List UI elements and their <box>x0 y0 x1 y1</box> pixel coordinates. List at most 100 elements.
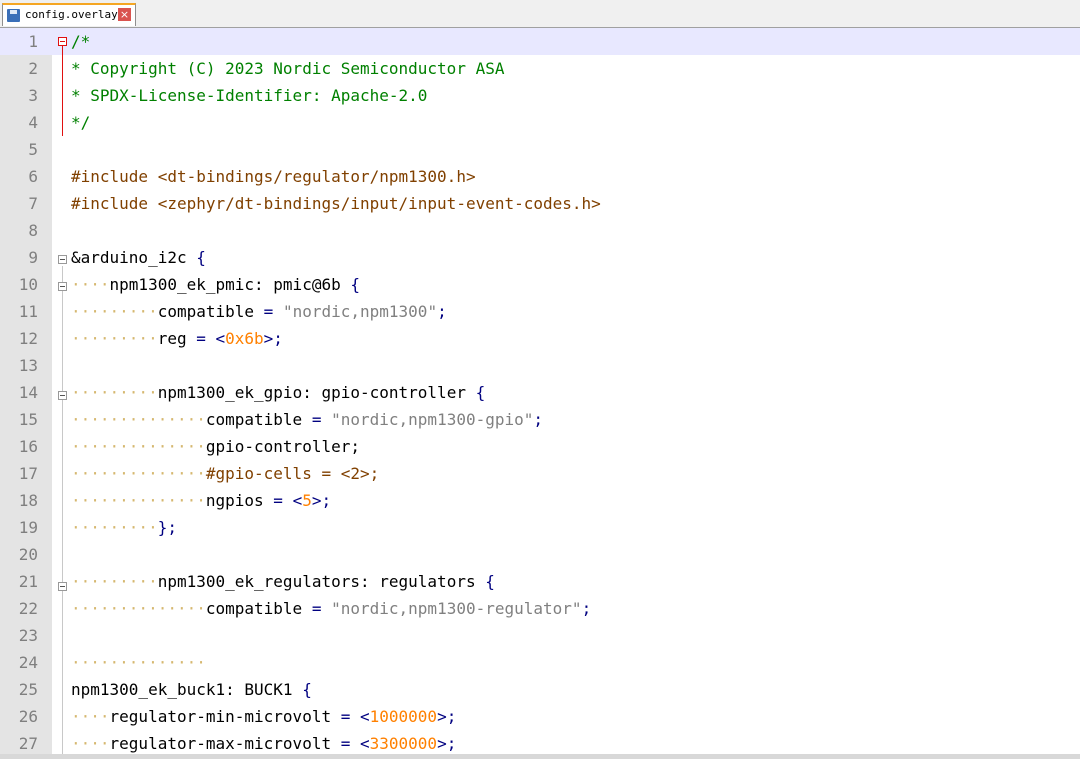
code-token: = < <box>340 734 370 753</box>
code-token: "nordic,npm1300-regulator" <box>321 599 582 618</box>
code-token: { <box>350 275 360 294</box>
code-text[interactable]: npm1300_ek_buck1: BUCK1 { <box>71 676 312 703</box>
line-number: 20 <box>18 545 38 564</box>
fold-marker-icon[interactable] <box>58 255 67 264</box>
code-line[interactable]: 25 npm1300_ek_buck1: BUCK1 { <box>0 676 1080 703</box>
code-token: &arduino_i2c <box>71 248 197 267</box>
code-text[interactable]: ·············· <box>71 649 206 676</box>
code-token: ; <box>581 599 592 618</box>
code-text[interactable]: ·········reg = <0x6b>; <box>71 325 283 352</box>
code-line[interactable]: 19 ·········}; <box>0 514 1080 541</box>
line-number: 5 <box>28 140 38 159</box>
code-token: reg <box>157 329 197 348</box>
code-text[interactable]: ·········npm1300_ek_regulators: regulato… <box>71 568 495 595</box>
code-line[interactable]: 14 ·········npm1300_ek_gpio: gpio-control… <box>0 379 1080 406</box>
line-number: 16 <box>18 437 38 456</box>
line-number: 14 <box>18 383 38 402</box>
fold-marker-icon[interactable] <box>58 582 67 591</box>
code-text[interactable]: #include <zephyr/dt-bindings/input/input… <box>71 190 601 217</box>
code-token: ngpios <box>205 491 274 510</box>
code-line[interactable]: 9 &arduino_i2c { <box>0 244 1080 271</box>
code-token: regulator-min-microvolt <box>109 707 341 726</box>
code-line[interactable]: 4 */ <box>0 109 1080 136</box>
line-number: 24 <box>18 653 38 672</box>
code-line[interactable]: 21 ·········npm1300_ek_regulators: regula… <box>0 568 1080 595</box>
whitespace-marker: ········· <box>71 383 158 402</box>
close-icon[interactable]: × <box>118 8 131 21</box>
code-token: #include <zephyr/dt-bindings/input/input… <box>71 194 601 213</box>
code-line[interactable]: 1 /* <box>0 28 1080 55</box>
code-text[interactable]: ··············ngpios = <5>; <box>71 487 331 514</box>
code-editor[interactable]: 1 /* 2 * Copyright (C) 2023 Nordic Semicond… <box>0 28 1080 759</box>
code-line[interactable]: 10 ····npm1300_ek_pmic: pmic@6b { <box>0 271 1080 298</box>
code-text[interactable]: ··············compatible = "nordic,npm13… <box>71 406 543 433</box>
code-text[interactable]: ·········}; <box>71 514 177 541</box>
code-text[interactable]: &arduino_i2c { <box>71 244 206 271</box>
fold-guide <box>62 42 63 136</box>
fold-marker-icon[interactable] <box>58 282 67 291</box>
code-line[interactable]: 7 #include <zephyr/dt-bindings/input/inpu… <box>0 190 1080 217</box>
code-text[interactable]: ·········npm1300_ek_gpio: gpio-controlle… <box>71 379 485 406</box>
code-line[interactable]: 22 ··············compatible = "nordic,npm… <box>0 595 1080 622</box>
code-text[interactable]: #include <dt-bindings/regulator/npm1300.… <box>71 163 476 190</box>
code-token: npm1300_ek_regulators: regulators <box>157 572 486 591</box>
code-text[interactable]: ····npm1300_ek_pmic: pmic@6b { <box>71 271 360 298</box>
code-text[interactable]: ····regulator-max-microvolt = <3300000>; <box>71 730 456 757</box>
code-text[interactable]: */ <box>71 109 90 136</box>
code-token: gpio-controller; <box>205 437 360 456</box>
code-line[interactable]: 16 ··············gpio-controller; <box>0 433 1080 460</box>
code-line[interactable]: 20 <box>0 541 1080 568</box>
whitespace-marker: ·············· <box>71 491 206 510</box>
whitespace-marker: ·············· <box>71 599 206 618</box>
save-icon <box>7 9 20 22</box>
code-line[interactable]: 3 * SPDX-License-Identifier: Apache-2.0 <box>0 82 1080 109</box>
code-line[interactable]: 27 ····regulator-max-microvolt = <3300000… <box>0 730 1080 757</box>
code-token: */ <box>71 113 91 132</box>
code-line[interactable]: 2 * Copyright (C) 2023 Nordic Semiconduct… <box>0 55 1080 82</box>
horizontal-scrollbar[interactable] <box>0 754 1080 759</box>
code-line[interactable]: 6 #include <dt-bindings/regulator/npm1300… <box>0 163 1080 190</box>
code-line[interactable]: 26 ····regulator-min-microvolt = <1000000… <box>0 703 1080 730</box>
code-line[interactable]: 15 ··············compatible = "nordic,npm… <box>0 406 1080 433</box>
code-token: 1000000 <box>369 707 438 726</box>
code-token: { <box>485 572 495 591</box>
whitespace-marker: ········· <box>71 302 158 321</box>
line-number: 12 <box>18 329 38 348</box>
code-token: >; <box>311 491 332 510</box>
code-text[interactable]: ··············compatible = "nordic,npm13… <box>71 595 591 622</box>
code-line[interactable]: 17 ··············#gpio-cells = <2>; <box>0 460 1080 487</box>
whitespace-marker: ···· <box>71 734 110 753</box>
code-text[interactable]: ·········compatible = "nordic,npm1300"; <box>71 298 447 325</box>
code-token: /* <box>71 32 91 51</box>
code-line[interactable]: 11 ·········compatible = "nordic,npm1300"… <box>0 298 1080 325</box>
line-number: 15 <box>18 410 38 429</box>
tab-config-overlay[interactable]: config.overlay × <box>2 3 136 26</box>
code-line[interactable]: 13 <box>0 352 1080 379</box>
code-token: >; <box>263 329 283 348</box>
code-text[interactable]: ··············#gpio-cells = <2>; <box>71 460 379 487</box>
line-number: 27 <box>18 734 38 753</box>
code-text[interactable]: * Copyright (C) 2023 Nordic Semiconducto… <box>71 55 504 82</box>
code-line[interactable]: 5 <box>0 136 1080 163</box>
line-number: 1 <box>28 32 38 51</box>
line-number: 18 <box>18 491 38 510</box>
whitespace-marker: ·············· <box>71 437 206 456</box>
whitespace-marker: ········· <box>71 329 158 348</box>
code-text[interactable]: * SPDX-License-Identifier: Apache-2.0 <box>71 82 427 109</box>
code-line[interactable]: 8 <box>0 217 1080 244</box>
code-line[interactable]: 24 ·············· <box>0 649 1080 676</box>
line-number: 9 <box>28 248 38 267</box>
code-line[interactable]: 23 <box>0 622 1080 649</box>
code-line[interactable]: 12 ·········reg = <0x6b>; <box>0 325 1080 352</box>
code-text[interactable]: ··············gpio-controller; <box>71 433 360 460</box>
code-text[interactable]: ····regulator-min-microvolt = <1000000>; <box>71 703 456 730</box>
fold-marker-icon[interactable] <box>58 37 67 46</box>
line-number: 23 <box>18 626 38 645</box>
code-token: compatible <box>205 599 312 618</box>
code-line[interactable]: 18 ··············ngpios = <5>; <box>0 487 1080 514</box>
fold-marker-icon[interactable] <box>58 391 67 400</box>
line-number: 7 <box>28 194 38 213</box>
code-text[interactable]: /* <box>71 28 90 55</box>
code-token: >; <box>437 734 457 753</box>
code-token: 3300000 <box>369 734 438 753</box>
